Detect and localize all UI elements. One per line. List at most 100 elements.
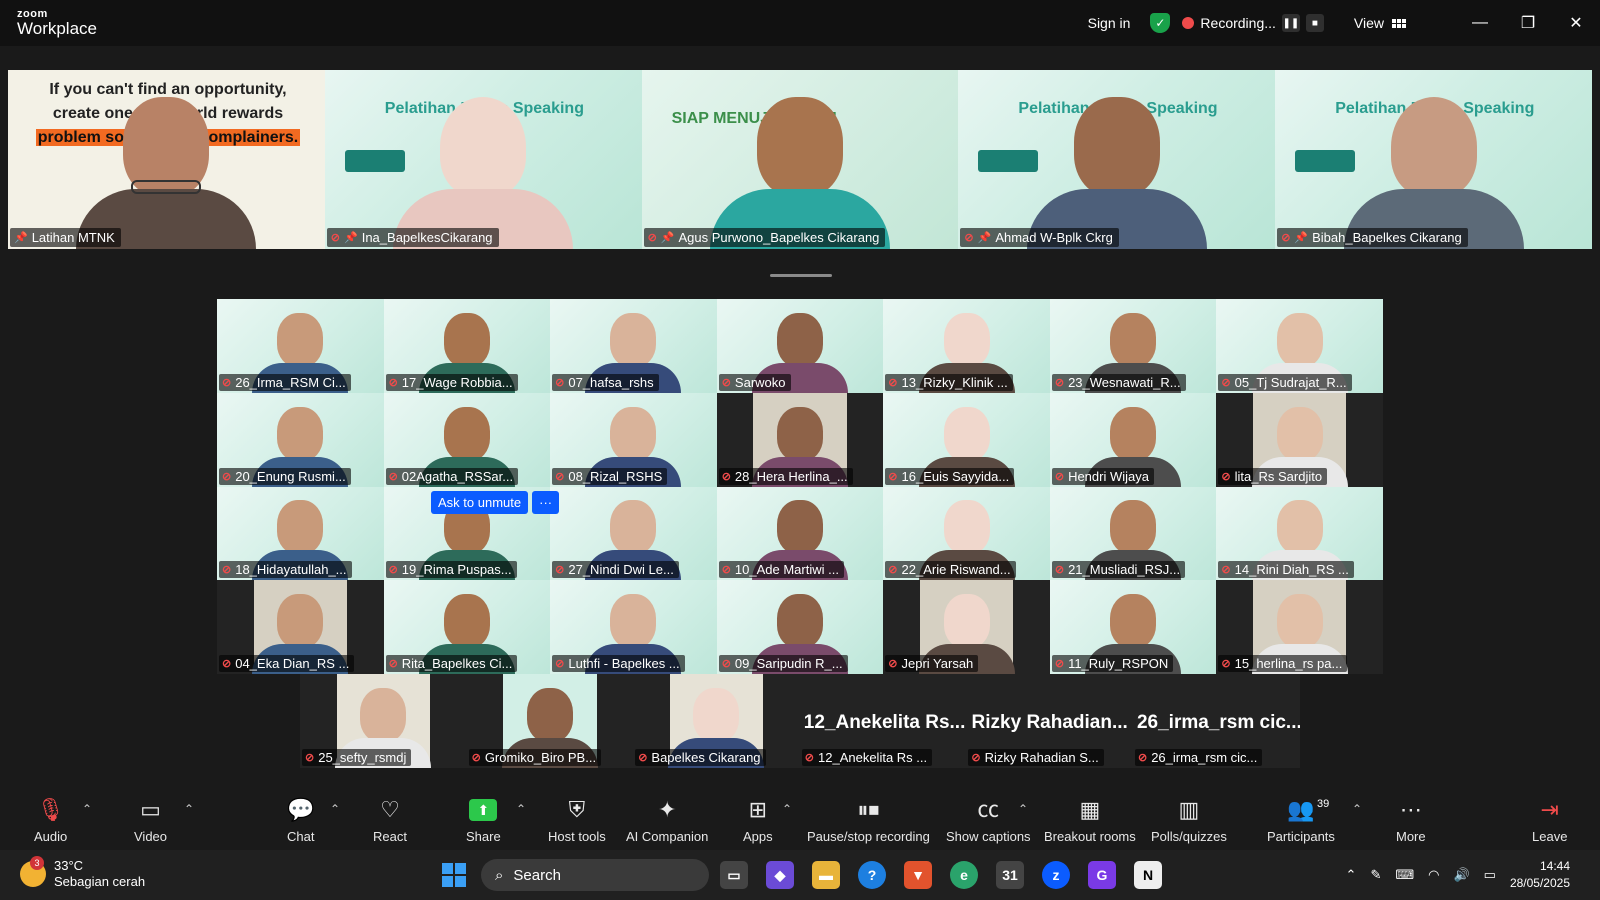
share-options-chevron-icon[interactable]: ⌃ xyxy=(516,802,526,816)
video-tile[interactable]: ⊘ Gromiko_Biro PB... xyxy=(466,674,634,768)
audio-button[interactable]: 🎙 Audio xyxy=(34,788,67,850)
video-tile[interactable]: ⊘ 05_Tj Sudrajat_R... xyxy=(1216,299,1383,393)
windows-start-icon[interactable] xyxy=(442,863,466,887)
video-tile[interactable]: ⊘ 10_Ade Martiwi ... xyxy=(716,486,884,581)
pause-recording-icon[interactable]: ❚❚ xyxy=(1281,14,1300,32)
captions-options-chevron-icon[interactable]: ⌃ xyxy=(1018,802,1028,816)
breakout-rooms-button[interactable]: ▦ Breakout rooms xyxy=(1044,788,1136,850)
muted-mic-icon: ⊘ xyxy=(964,232,974,244)
wifi-icon[interactable]: ◠ xyxy=(1428,867,1439,883)
video-tile[interactable]: ⊘ 17_Wage Robbia... xyxy=(383,299,551,393)
video-tile[interactable]: ⊘ 07_hafsa_rshs xyxy=(550,299,717,393)
muted-mic-icon: ⊘ xyxy=(1221,470,1231,483)
participant-name: Latihan MTNK xyxy=(31,230,115,245)
video-tile[interactable]: ⊘ 02Agatha_RSSar... xyxy=(383,392,551,487)
weather-widget[interactable]: 3 33°C Sebagian cerah xyxy=(20,856,145,890)
ai-companion-button[interactable]: ✦ AI Companion xyxy=(626,788,708,850)
restore-icon[interactable]: ❐ xyxy=(1504,13,1552,33)
video-tile[interactable]: ⊘ Sarwoko xyxy=(716,299,884,393)
clock[interactable]: 14:44 28/05/2025 xyxy=(1510,858,1570,892)
video-tile[interactable]: Pelatihan Public Speaking ⊘ 📌 Ahmad W-Bp… xyxy=(958,70,1276,249)
more-button[interactable]: ⋯ More xyxy=(1396,788,1426,850)
video-tile[interactable]: 26_irma_rsm cic... ⊘ 26_irma_rsm cic... xyxy=(1132,674,1300,768)
video-tile[interactable]: Rizky Rahadian... ⊘ Rizky Rahadian S... xyxy=(966,674,1133,768)
help-icon[interactable]: ? xyxy=(858,861,886,889)
video-tile[interactable]: ⊘ Jepri Yarsah xyxy=(883,580,1050,674)
copilot-icon[interactable]: ◆ xyxy=(766,861,794,889)
more-options-button[interactable]: ··· xyxy=(532,491,560,514)
video-tile[interactable]: ⊘ 20_Enung Rusmi... xyxy=(217,392,384,487)
file-explorer-icon[interactable]: ▬ xyxy=(812,861,840,889)
app-icon[interactable]: G xyxy=(1088,861,1116,889)
captions-button[interactable]: ㏄ Show captions xyxy=(946,788,1031,850)
minimize-icon[interactable]: — xyxy=(1456,14,1504,32)
calendar-icon[interactable]: 31 xyxy=(996,861,1024,889)
video-options-chevron-icon[interactable]: ⌃ xyxy=(184,802,194,816)
video-button[interactable]: ▭ Video xyxy=(134,788,167,850)
video-tile[interactable]: ⊘ 18_Hidayatullah_... xyxy=(217,486,384,581)
video-tile[interactable]: If you can't find an opportunity, create… xyxy=(8,70,325,249)
audio-options-chevron-icon[interactable]: ⌃ xyxy=(82,802,92,816)
volume-icon[interactable]: 🔊 xyxy=(1453,867,1469,883)
video-tile[interactable]: SIAP MENUJU WBBM ⊘ 📌 Agus Purwono_Bapelk… xyxy=(641,70,959,249)
video-tile[interactable]: Pelatihan Public Speaking ⊘ 📌 Ina_Bapelk… xyxy=(324,70,642,249)
video-tile[interactable]: ⊘ 25_sefty_rsmdj xyxy=(300,674,467,768)
video-tile[interactable]: ⊘ 16_Euis Sayyida... xyxy=(883,392,1050,487)
video-tile[interactable]: ⊘ 26_Irma_RSM Ci... xyxy=(217,299,384,393)
video-tile[interactable]: Pelatihan Public Speaking ⊘ 📌 Bibah_Bape… xyxy=(1275,70,1592,249)
video-tile[interactable]: ⊘ 04_Eka Dian_RS ... xyxy=(217,580,384,674)
recording-label[interactable]: Recording... xyxy=(1200,15,1275,31)
video-tile[interactable]: ⊘ 14_Rini Diah_RS ... xyxy=(1216,486,1383,581)
participants-options-chevron-icon[interactable]: ⌃ xyxy=(1352,802,1362,816)
stop-recording-icon[interactable]: ■ xyxy=(1305,14,1324,32)
sign-in-link[interactable]: Sign in xyxy=(1088,15,1131,31)
notion-icon[interactable]: N xyxy=(1134,861,1162,889)
video-tile[interactable]: ⊘ 22_Arie Riswand... xyxy=(883,486,1050,581)
pen-icon[interactable]: ✎ xyxy=(1370,867,1381,883)
strip-resize-handle[interactable] xyxy=(770,274,832,277)
close-icon[interactable]: ✕ xyxy=(1552,13,1600,33)
pause-recording-label: Pause/stop recording xyxy=(807,829,930,844)
leave-door-icon: ⇥ xyxy=(1540,797,1559,822)
host-tools-button[interactable]: ⛨ Host tools xyxy=(548,788,606,850)
video-tile[interactable]: ⊘ Hendri Wijaya xyxy=(1049,392,1217,487)
chat-button[interactable]: 💬 Chat xyxy=(287,788,314,850)
muted-mic-icon: ⊘ xyxy=(1137,752,1148,764)
video-tile[interactable]: ⊘ 27_Nindi Dwi Le... xyxy=(550,486,717,581)
video-tile[interactable]: ⊘ Bapelkes Cikarang xyxy=(633,674,800,768)
video-tile[interactable]: ⊘ 23_Wesnawati_R... xyxy=(1049,299,1217,393)
pause-stop-recording-button[interactable]: ⏸⏹ Pause/stop recording xyxy=(807,788,930,850)
brave-browser-icon[interactable]: ▼ xyxy=(904,861,932,889)
participant-name: 25_sefty_rsmdj xyxy=(318,750,407,765)
participant-name: Luthfi - Bapelkes ... xyxy=(568,656,680,671)
zoom-app-icon[interactable]: z xyxy=(1042,861,1070,889)
view-button[interactable]: View xyxy=(1354,15,1406,31)
search-icon: ⌕ xyxy=(495,866,504,884)
polls-button[interactable]: ▥ Polls/quizzes xyxy=(1151,788,1227,850)
share-button[interactable]: ⬆ Share xyxy=(466,788,501,850)
video-tile[interactable]: ⊘ 09_Saripudin R_... xyxy=(716,580,884,674)
encryption-shield-icon[interactable]: ✓ xyxy=(1150,13,1171,33)
task-view-icon[interactable]: ▭ xyxy=(720,861,748,889)
ask-to-unmute-button[interactable]: Ask to unmute xyxy=(431,491,529,514)
video-tile[interactable]: ⊘ 28_Hera Herlina_... xyxy=(716,392,884,487)
apps-button[interactable]: ⊞ Apps xyxy=(743,788,773,850)
video-tile[interactable]: ⊘ Luthfi - Bapelkes ... xyxy=(550,580,717,674)
video-tile[interactable]: ⊘ Rita_Bapelkes Ci... xyxy=(383,580,551,674)
video-tile[interactable]: ⊘ 21_Musliadi_RSJ... xyxy=(1049,486,1217,581)
taskbar-search[interactable]: ⌕ Search xyxy=(481,859,709,891)
video-tile[interactable]: ⊘ 13_Rizky_Klinik ... xyxy=(883,299,1050,393)
battery-icon[interactable]: ▭ xyxy=(1484,867,1496,883)
leave-button[interactable]: ⇥ Leave xyxy=(1532,788,1567,850)
video-tile[interactable]: ⊘ 11_Ruly_RSPON xyxy=(1049,580,1217,674)
video-tile[interactable]: ⊘ lita_Rs Sardjito xyxy=(1216,392,1383,487)
video-tile[interactable]: 12_Anekelita Rs... ⊘ 12_Anekelita Rs ... xyxy=(799,674,967,768)
react-button[interactable]: ♡ React xyxy=(373,788,407,850)
chevron-up-icon[interactable]: ⌃ xyxy=(1346,867,1357,883)
apps-options-chevron-icon[interactable]: ⌃ xyxy=(782,802,792,816)
keyboard-icon[interactable]: ⌨ xyxy=(1395,867,1414,883)
video-tile[interactable]: ⊘ 08_Rizal_RSHS xyxy=(550,392,717,487)
edge-browser-icon[interactable]: e xyxy=(950,861,978,889)
chat-options-chevron-icon[interactable]: ⌃ xyxy=(330,802,340,816)
video-tile[interactable]: ⊘ 15_herlina_rs pa... xyxy=(1216,580,1383,674)
